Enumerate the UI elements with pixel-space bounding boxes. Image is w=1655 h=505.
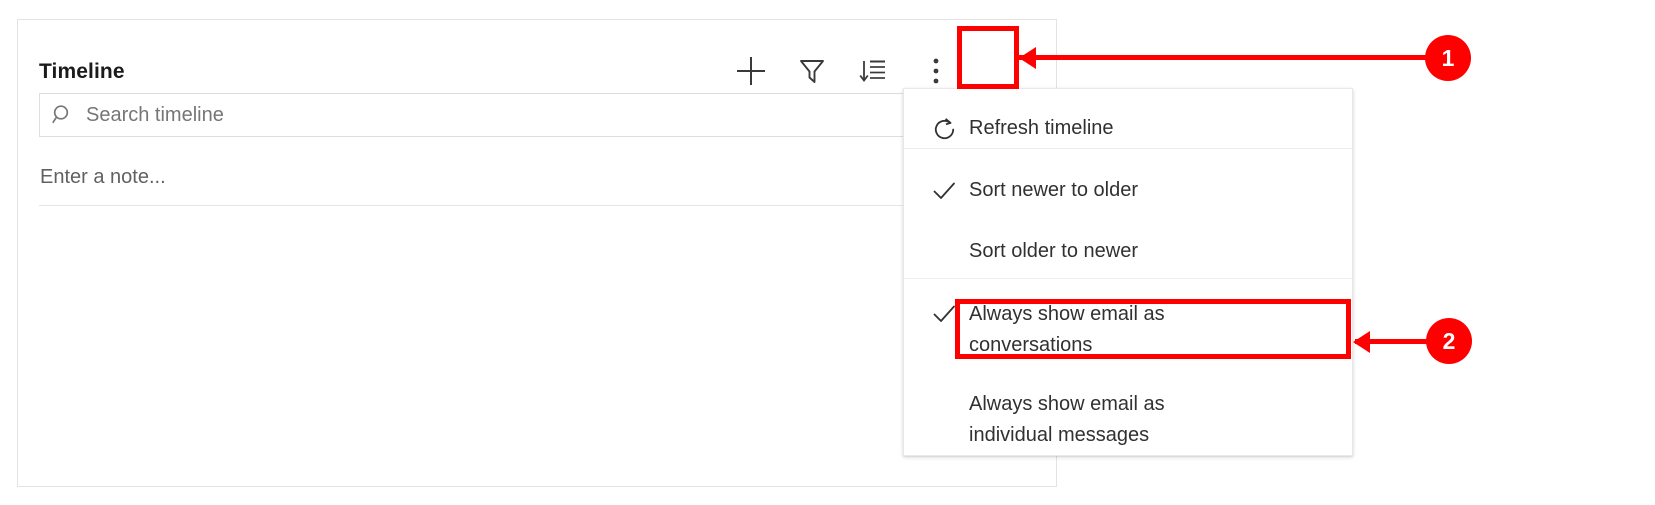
menu-item-label: Sort older to newer <box>969 239 1138 262</box>
more-options-menu: Refresh timeline Sort newer to older Sor… <box>903 88 1353 456</box>
menu-item-sort-older-to-newer[interactable]: Sort older to newer <box>904 222 1352 280</box>
filter-button[interactable] <box>790 49 834 93</box>
callout-arrow-2 <box>1353 331 1370 353</box>
search-placeholder: Search timeline <box>86 103 224 126</box>
check-icon-placeholder <box>931 389 969 391</box>
note-placeholder: Enter a note... <box>40 166 166 188</box>
callout-leader-line-1 <box>1019 55 1429 60</box>
check-icon-placeholder <box>931 250 969 252</box>
sort-button[interactable] <box>851 49 895 93</box>
refresh-icon <box>931 114 969 143</box>
menu-item-label: Sort newer to older <box>969 178 1138 201</box>
timeline-panel: Timeline Search timeline Enter a note... <box>17 19 1057 487</box>
menu-item-always-show-email-as-conversations[interactable]: Always show email as conversations <box>904 289 1352 365</box>
note-input[interactable]: Enter a note... <box>39 158 1037 206</box>
menu-item-label: Always show email as conversations <box>969 303 1165 356</box>
callout-badge-1: 1 <box>1425 35 1471 81</box>
add-icon <box>734 54 768 88</box>
more-options-icon <box>932 56 940 86</box>
search-icon <box>40 103 86 127</box>
more-options-button[interactable] <box>914 49 958 93</box>
timeline-header: Timeline <box>18 20 1056 92</box>
callout-badge-2: 2 <box>1426 318 1472 364</box>
add-button[interactable] <box>729 49 773 93</box>
filter-icon <box>797 56 827 86</box>
menu-item-label: Always show email as individual messages <box>969 393 1165 446</box>
menu-divider <box>904 148 1352 149</box>
menu-divider <box>904 278 1352 279</box>
page-title: Timeline <box>39 60 125 83</box>
check-icon <box>931 176 969 205</box>
callout-arrow-1 <box>1019 47 1036 69</box>
search-input[interactable]: Search timeline <box>39 93 1037 137</box>
sort-descending-icon <box>858 56 888 86</box>
menu-item-sort-newer-to-older[interactable]: Sort newer to older <box>904 161 1352 219</box>
menu-item-always-show-email-as-individual-messages[interactable]: Always show email as individual messages <box>904 379 1352 455</box>
check-icon <box>931 299 969 328</box>
menu-item-label: Refresh timeline <box>969 116 1114 139</box>
